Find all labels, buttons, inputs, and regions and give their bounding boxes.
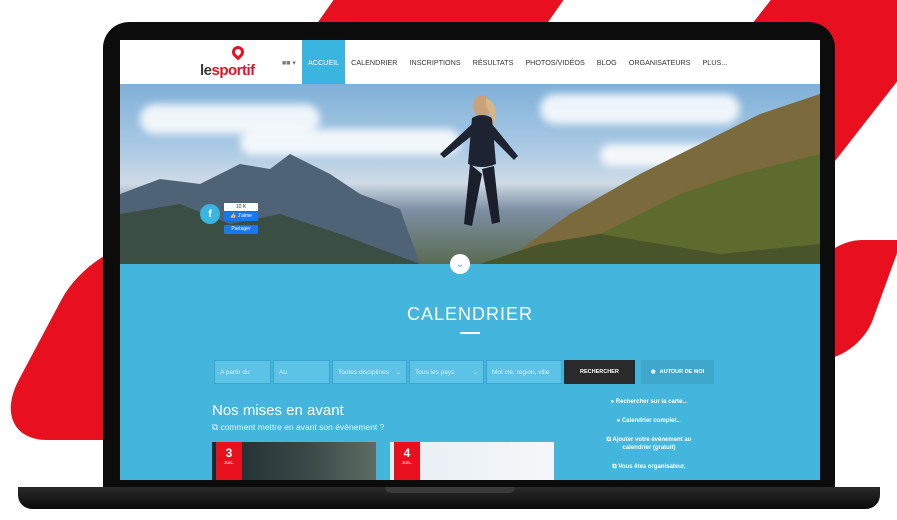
nav-item-blog[interactable]: BLOG [591,40,623,84]
date-from-placeholder: A partir du [220,368,250,376]
nav-item-organisateurs[interactable]: ORGANISATEURS [623,40,697,84]
featured-cards: 3 JUIL. 4 JUIL. [212,442,554,480]
featured-event-card[interactable]: 3 JUIL. [212,442,376,480]
keyword-input[interactable]: Mot clé, région, ville [486,360,562,384]
featured-subtitle-text: comment mettre en avant son évènement ? [220,422,385,432]
language-selector[interactable]: ■■ ▾ [282,59,296,67]
full-calendar-link[interactable]: ● Calendrier complet... [594,417,704,425]
discipline-select[interactable]: Toutes disciplines ⌄ [332,360,407,384]
nav-item-inscriptions[interactable]: INSCRIPTIONS [404,40,467,84]
nav-item-calendrier[interactable]: CALENDRIER [345,40,403,84]
date-from-input[interactable]: A partir du [214,360,271,384]
laptop-screen: lesportif ■■ ▾ ACCUEIL CALENDRIER INSCRI… [120,40,820,480]
laptop-frame: lesportif ■■ ▾ ACCUEIL CALENDRIER INSCRI… [103,22,835,492]
facebook-like-count: 10 K [224,203,258,211]
full-calendar-label: Calendrier complet... [621,418,682,424]
nav-menu: ACCUEIL CALENDRIER INSCRIPTIONS RÉSULTAT… [302,40,733,84]
date-to-input[interactable]: Au [273,360,330,384]
facebook-like-button[interactable]: 👍 J'aime [224,212,258,221]
map-search-label: Rechercher sur la carte... [615,399,688,405]
nav-item-resultats[interactable]: RÉSULTATS [467,40,520,84]
event-day: 3 [225,446,233,460]
organizer-link[interactable]: ⧉ Vous êtes organisateur, [594,463,704,471]
keyword-placeholder: Mot clé, région, ville [492,368,550,376]
title-divider [460,332,480,334]
add-event-link[interactable]: ⧉ Ajouter votre évènement au calendrier … [594,436,704,452]
country-select-value: Tous les pays [415,368,455,376]
featured-title: Nos mises en avant [212,402,344,419]
event-month: JUIL. [401,460,413,465]
nav-item-plus[interactable]: PLUS... [697,40,734,84]
map-search-link[interactable]: ● Rechercher sur la carte... [594,398,704,406]
logo-text: lesportif [200,62,255,79]
chevron-down-icon: ⌄ [395,369,401,376]
add-event-label: Ajouter votre évènement au calendrier (g… [612,437,692,451]
facebook-share-button[interactable]: Partager [224,225,258,234]
calendar-title: CALENDRIER [406,304,534,324]
location-icon: ◉ [650,369,656,375]
event-date-badge: 3 JUIL. [216,442,242,480]
marketing-image: lesportif ■■ ▾ ACCUEIL CALENDRIER INSCRI… [0,0,897,520]
top-navigation: lesportif ■■ ▾ ACCUEIL CALENDRIER INSCRI… [120,40,820,84]
side-links: ● Rechercher sur la carte... ● Calendrie… [594,398,704,480]
scroll-down-icon[interactable]: ⌄ [450,254,470,274]
logo-pin-icon [229,43,247,61]
event-day: 4 [403,446,411,460]
hero-banner: f 10 K 👍 J'aime Partager [120,84,820,264]
site-logo[interactable]: lesportif [200,43,270,80]
country-select[interactable]: Tous les pays ⌄ [409,360,484,384]
chevron-down-icon: ⌄ [472,369,478,376]
organizer-label: Vous êtes organisateur, [618,464,686,470]
discipline-select-value: Toutes disciplines [338,368,389,376]
calendar-search-form: A partir du Au Toutes disciplines ⌄ Tous … [214,360,715,384]
nav-item-photos-videos[interactable]: PHOTOS/VIDÉOS [519,40,590,84]
nav-item-accueil[interactable]: ACCUEIL [302,40,346,84]
event-date-badge: 4 JUIL. [394,442,420,480]
laptop-notch [385,487,515,493]
runner-illustration [440,95,518,226]
calendar-section: CALENDRIER A partir du Au Toutes discipl… [120,264,820,480]
facebook-icon[interactable]: f [200,204,220,224]
around-me-button[interactable]: ◉ AUTOUR DE MOI [640,360,715,384]
around-me-label: AUTOUR DE MOI [659,369,705,375]
featured-event-card[interactable]: 4 JUIL. [390,442,554,480]
featured-subtitle-link[interactable]: ⧉ comment mettre en avant son évènement … [212,422,384,433]
date-to-placeholder: Au [279,368,287,376]
search-button[interactable]: RECHERCHER [564,360,635,384]
event-month: JUIL. [223,460,235,465]
